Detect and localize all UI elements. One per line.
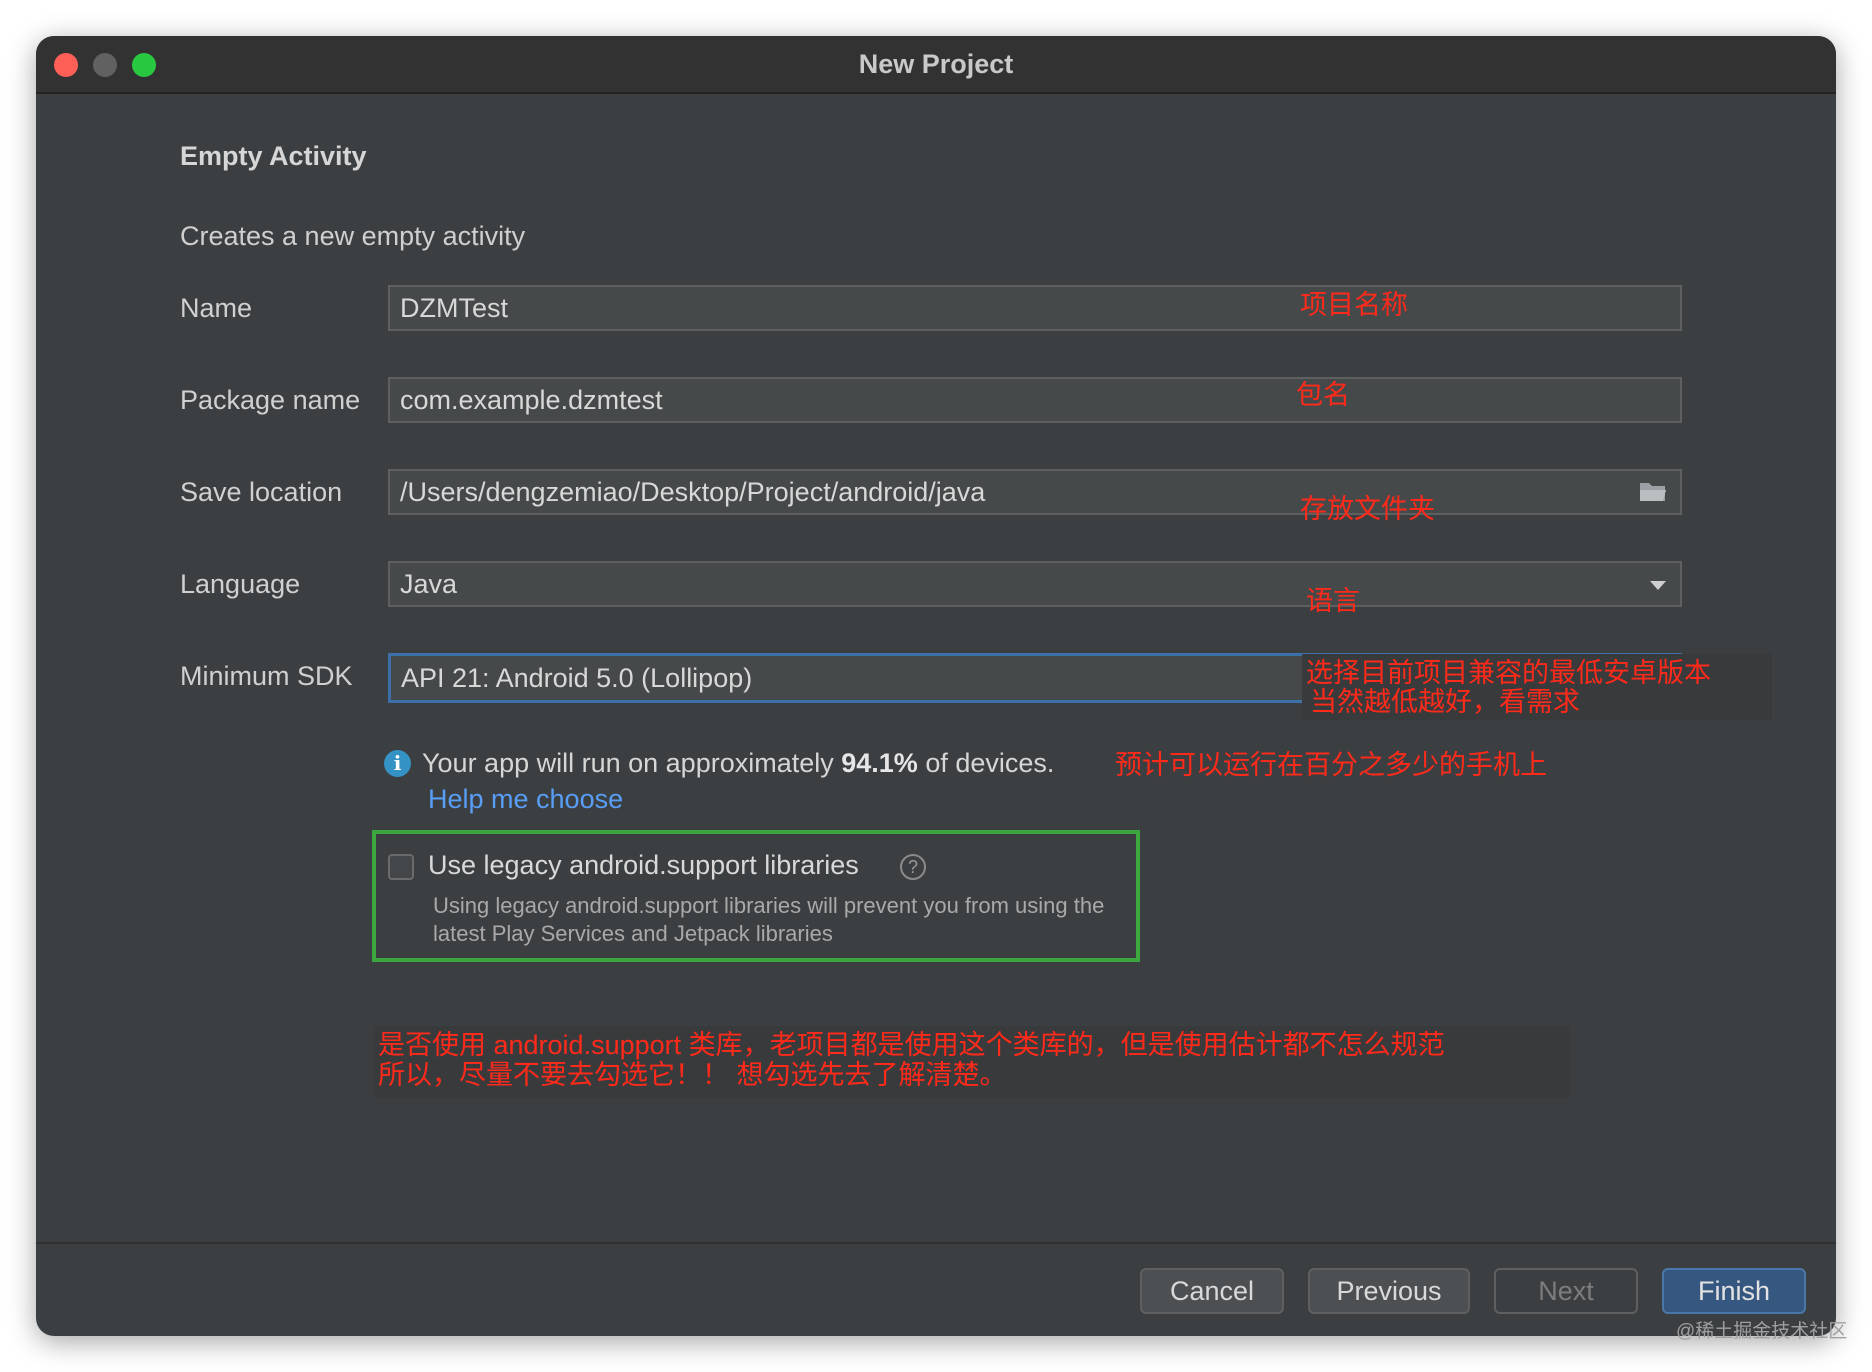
- name-annotation: 项目名称: [1300, 290, 1408, 320]
- minimum-sdk-value: API 21: Android 5.0 (Lollipop): [401, 663, 753, 693]
- footer-divider: [36, 1242, 1836, 1244]
- name-value: DZMTest: [400, 293, 508, 323]
- legacy-annotation-line2: 所以，尽量不要去勾选它！！ 想勾选先去了解清楚。: [378, 1060, 1007, 1090]
- template-title: Empty Activity: [180, 141, 367, 171]
- name-label: Name: [180, 293, 253, 323]
- previous-button[interactable]: Previous: [1308, 1268, 1470, 1314]
- language-value: Java: [400, 569, 458, 599]
- save-location-value: /Users/dengzemiao/Desktop/Project/androi…: [400, 477, 986, 507]
- help-me-choose-link[interactable]: Help me choose: [428, 784, 623, 815]
- chevron-down-icon: [1650, 581, 1666, 590]
- device-coverage-text: Your app will run on approximately 94.1%…: [422, 748, 1055, 778]
- finish-button[interactable]: Finish: [1662, 1268, 1806, 1314]
- window-title: New Project: [858, 49, 1014, 79]
- package-name-annotation: 包名: [1296, 380, 1350, 410]
- coverage-percent: 94.1%: [841, 748, 918, 778]
- minimum-sdk-label: Minimum SDK: [180, 661, 353, 691]
- package-name-field[interactable]: com.example.dzmtest: [388, 377, 1682, 423]
- minimum-sdk-annotation-line2: 当然越低越好，看需求: [1310, 687, 1580, 717]
- minimum-sdk-annotation-line1: 选择目前项目兼容的最低安卓版本: [1306, 658, 1711, 688]
- folder-icon[interactable]: [1638, 479, 1668, 505]
- next-button[interactable]: Next: [1494, 1268, 1638, 1314]
- watermark: @稀土掘金技术社区: [1676, 1321, 1848, 1342]
- legacy-support-description: Using legacy android.support libraries w…: [433, 893, 1105, 946]
- package-name-value: com.example.dzmtest: [400, 385, 663, 415]
- legacy-support-label[interactable]: Use legacy android.support libraries: [428, 850, 859, 881]
- language-label: Language: [180, 569, 301, 599]
- save-location-annotation: 存放文件夹: [1300, 494, 1435, 524]
- save-location-field[interactable]: /Users/dengzemiao/Desktop/Project/androi…: [388, 469, 1682, 515]
- save-location-label: Save location: [180, 477, 343, 507]
- language-annotation: 语言: [1306, 586, 1360, 616]
- name-field[interactable]: DZMTest: [388, 285, 1682, 331]
- new-project-window: New Project Empty Activity Creates a new…: [36, 36, 1836, 1336]
- legacy-support-checkbox[interactable]: [388, 854, 414, 880]
- package-name-label: Package name: [180, 385, 361, 415]
- info-icon: i: [384, 750, 411, 777]
- language-select[interactable]: Java: [388, 561, 1682, 607]
- title-bar: New Project: [36, 36, 1836, 94]
- template-description: Creates a new empty activity: [180, 221, 526, 251]
- cancel-button[interactable]: Cancel: [1140, 1268, 1284, 1314]
- help-icon[interactable]: ?: [900, 854, 926, 880]
- device-coverage-annotation: 预计可以运行在百分之多少的手机上: [1115, 750, 1547, 780]
- legacy-annotation-line1: 是否使用 android.support 类库，老项目都是使用这个类库的，但是使…: [378, 1030, 1445, 1060]
